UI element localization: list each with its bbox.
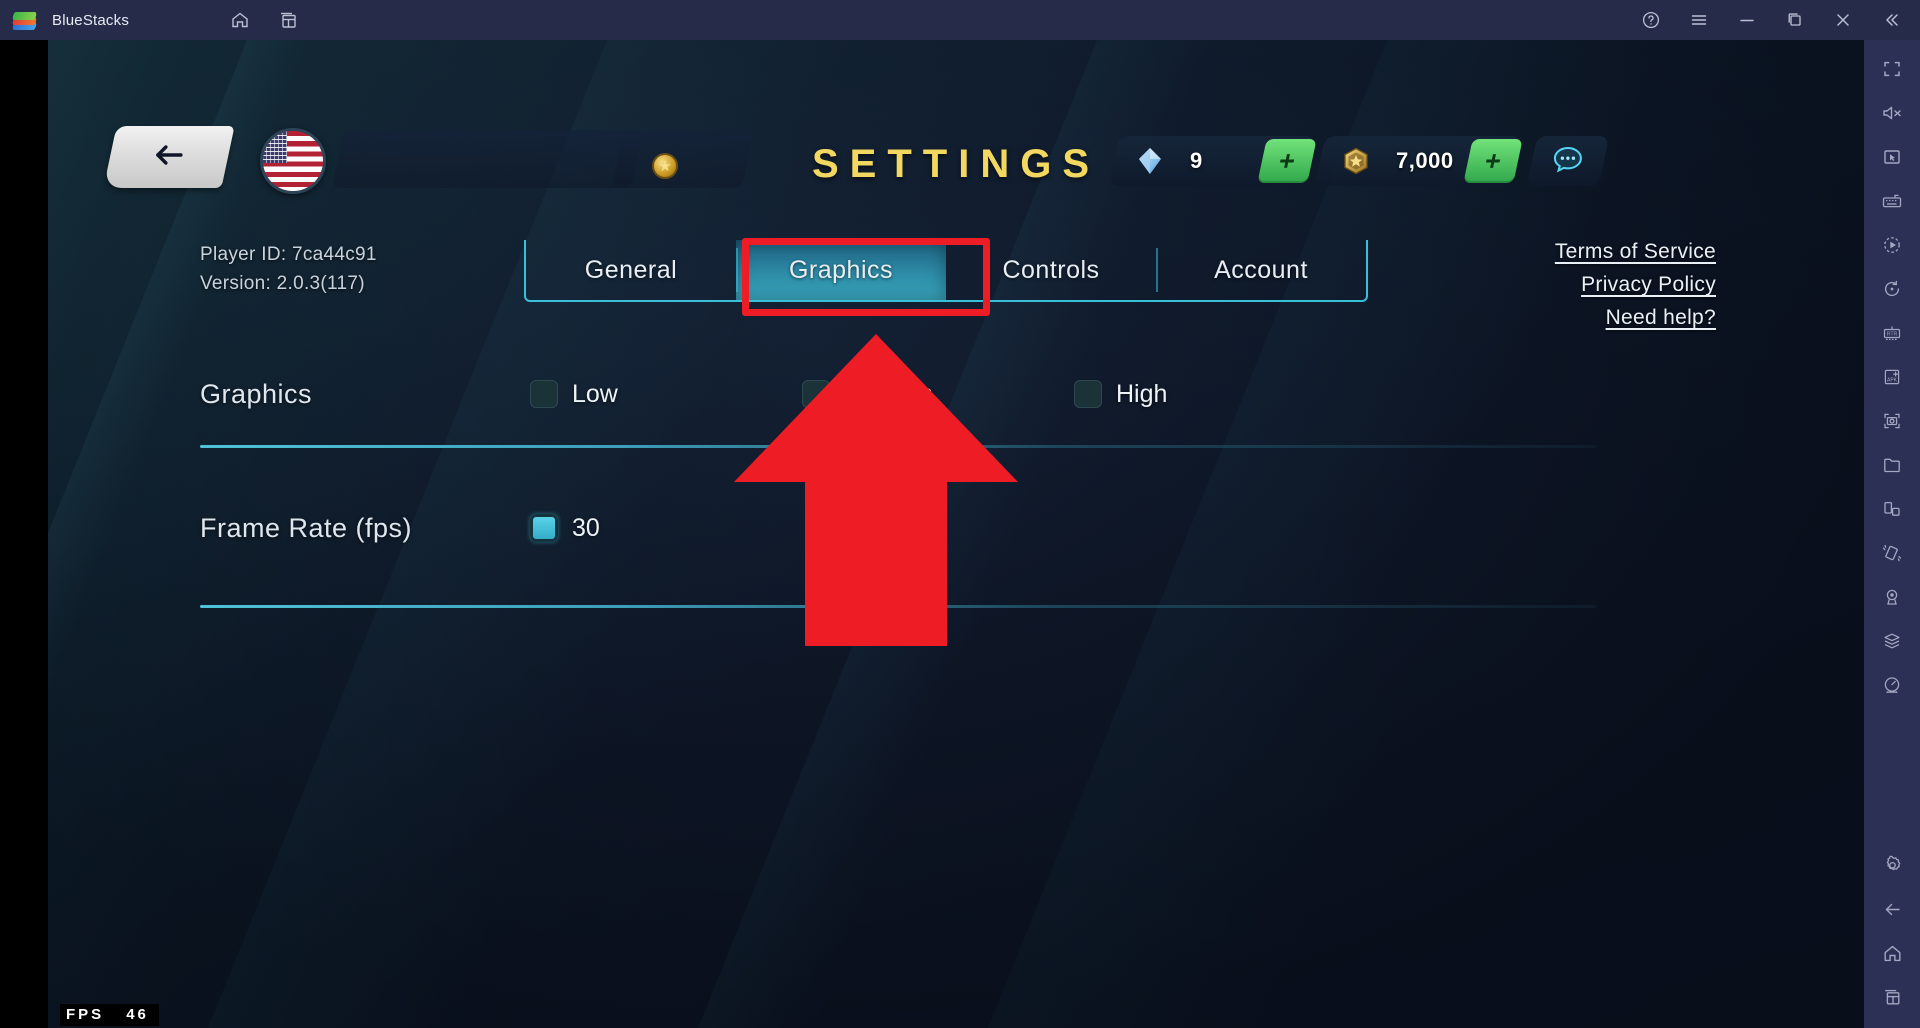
label-low: Low: [572, 379, 618, 408]
bluestacks-window: BlueStacks ★ SETTINGS 9 + 7,000 + Player…: [0, 0, 1920, 1028]
title-bar: BlueStacks: [0, 0, 1920, 40]
fps-value: 46: [126, 1006, 149, 1023]
tab-graphics[interactable]: Graphics: [736, 240, 946, 300]
settings-tabbar: General Graphics Controls Account: [524, 240, 1368, 302]
label-fps-30: 30: [572, 513, 600, 542]
graphics-option-high[interactable]: High: [1074, 380, 1167, 409]
macro-icon[interactable]: [1875, 228, 1909, 262]
checkbox-low[interactable]: [530, 380, 558, 408]
titlebar-center-icons: [229, 9, 299, 31]
titlebar-window-controls: [1640, 0, 1920, 40]
gold-add-button[interactable]: +: [1463, 139, 1523, 183]
multi-instance-icon[interactable]: [277, 9, 299, 31]
home-icon[interactable]: [229, 9, 251, 31]
frame-rate-options: 30: [530, 514, 600, 543]
maximize-icon[interactable]: [1784, 9, 1806, 31]
help-icon[interactable]: [1640, 9, 1662, 31]
fps-overlay: FPS 46: [60, 1004, 159, 1026]
checkbox-medium[interactable]: [802, 380, 830, 408]
app-title: BlueStacks: [52, 11, 130, 29]
gold-coin-icon: [1342, 147, 1370, 175]
game-hud: ★ SETTINGS 9 + 7,000 +: [48, 40, 1864, 220]
bluestacks-toolbar: RTR APK: [1864, 40, 1920, 1028]
settings-rows: Graphics Low Medium High Frame Rate (fps…: [48, 340, 1864, 608]
checkbox-fps-30[interactable]: [530, 514, 558, 542]
setting-row-frame-rate: Frame Rate (fps) 30: [48, 448, 1864, 608]
frame-rate-option-30[interactable]: 30: [530, 514, 600, 543]
gold-currency[interactable]: 7,000 +: [1314, 136, 1523, 186]
legal-links: Terms of Service Privacy Policy Need hel…: [1555, 240, 1716, 330]
terms-of-service-link[interactable]: Terms of Service: [1555, 240, 1716, 264]
label-medium: Medium: [844, 379, 933, 408]
settings-gear-icon[interactable]: [1875, 848, 1909, 882]
performance-icon[interactable]: [1875, 668, 1909, 702]
home-nav-icon[interactable]: [1875, 936, 1909, 970]
rotate-icon[interactable]: [1875, 272, 1909, 306]
chat-bubble-icon: [1552, 144, 1584, 179]
graphics-option-low[interactable]: Low: [530, 380, 802, 409]
currency-bar: 9 + 7,000 +: [1108, 136, 1610, 186]
graphics-options: Low Medium High: [530, 380, 1167, 409]
multi-instance-manager-icon[interactable]: [1875, 492, 1909, 526]
player-id: Player ID: 7ca44c91: [200, 244, 377, 265]
window-body: ★ SETTINGS 9 + 7,000 + Player ID: 7ca44c…: [0, 40, 1920, 1028]
player-info: Player ID: 7ca44c91 Version: 2.0.3(117): [200, 240, 377, 299]
minimize-icon[interactable]: [1736, 9, 1758, 31]
tab-account[interactable]: Account: [1156, 240, 1366, 300]
mute-icon[interactable]: [1875, 96, 1909, 130]
tab-controls[interactable]: Controls: [946, 240, 1156, 300]
need-help-link[interactable]: Need help?: [1555, 306, 1716, 330]
back-nav-icon[interactable]: [1875, 892, 1909, 926]
fps-label: FPS: [66, 1006, 105, 1023]
keyboard-icon[interactable]: [1875, 184, 1909, 218]
bluestacks-logo-icon: [12, 7, 38, 33]
gem-add-button[interactable]: +: [1257, 139, 1317, 183]
recents-nav-icon[interactable]: [1875, 980, 1909, 1014]
cursor-icon[interactable]: [1875, 140, 1909, 174]
graphics-option-medium[interactable]: Medium: [802, 380, 1074, 409]
app-version: Version: 2.0.3(117): [200, 273, 365, 295]
eco-mode-icon[interactable]: [1875, 624, 1909, 658]
location-icon[interactable]: [1875, 580, 1909, 614]
gem-diamond-icon: [1136, 147, 1164, 175]
svg-text:APK: APK: [1887, 378, 1898, 384]
setting-label-frame-rate: Frame Rate (fps): [200, 512, 413, 543]
checkbox-high[interactable]: [1074, 380, 1102, 408]
shake-icon[interactable]: [1875, 536, 1909, 570]
chat-button[interactable]: [1526, 136, 1610, 186]
gem-value: 9: [1190, 148, 1203, 173]
collapse-sidebar-icon[interactable]: [1880, 9, 1902, 31]
gem-currency[interactable]: 9 +: [1108, 136, 1317, 186]
privacy-policy-link[interactable]: Privacy Policy: [1555, 273, 1716, 297]
install-apk-icon[interactable]: APK: [1875, 360, 1909, 394]
setting-label-graphics: Graphics: [200, 378, 313, 409]
media-manager-icon[interactable]: [1875, 448, 1909, 482]
menu-icon[interactable]: [1688, 9, 1710, 31]
close-icon[interactable]: [1832, 9, 1854, 31]
row-divider: [200, 605, 1596, 608]
rtr-icon[interactable]: RTR: [1875, 316, 1909, 350]
fullscreen-icon[interactable]: [1875, 52, 1909, 86]
left-letterbox: [0, 40, 48, 1028]
gold-value: 7,000: [1396, 148, 1454, 173]
tab-general[interactable]: General: [526, 240, 736, 300]
setting-row-graphics: Graphics Low Medium High: [48, 340, 1864, 448]
game-viewport: ★ SETTINGS 9 + 7,000 + Player ID: 7ca44c…: [48, 40, 1864, 1028]
label-high: High: [1116, 379, 1168, 408]
screenshot-icon[interactable]: [1875, 404, 1909, 438]
svg-text:RTR: RTR: [1887, 332, 1898, 338]
